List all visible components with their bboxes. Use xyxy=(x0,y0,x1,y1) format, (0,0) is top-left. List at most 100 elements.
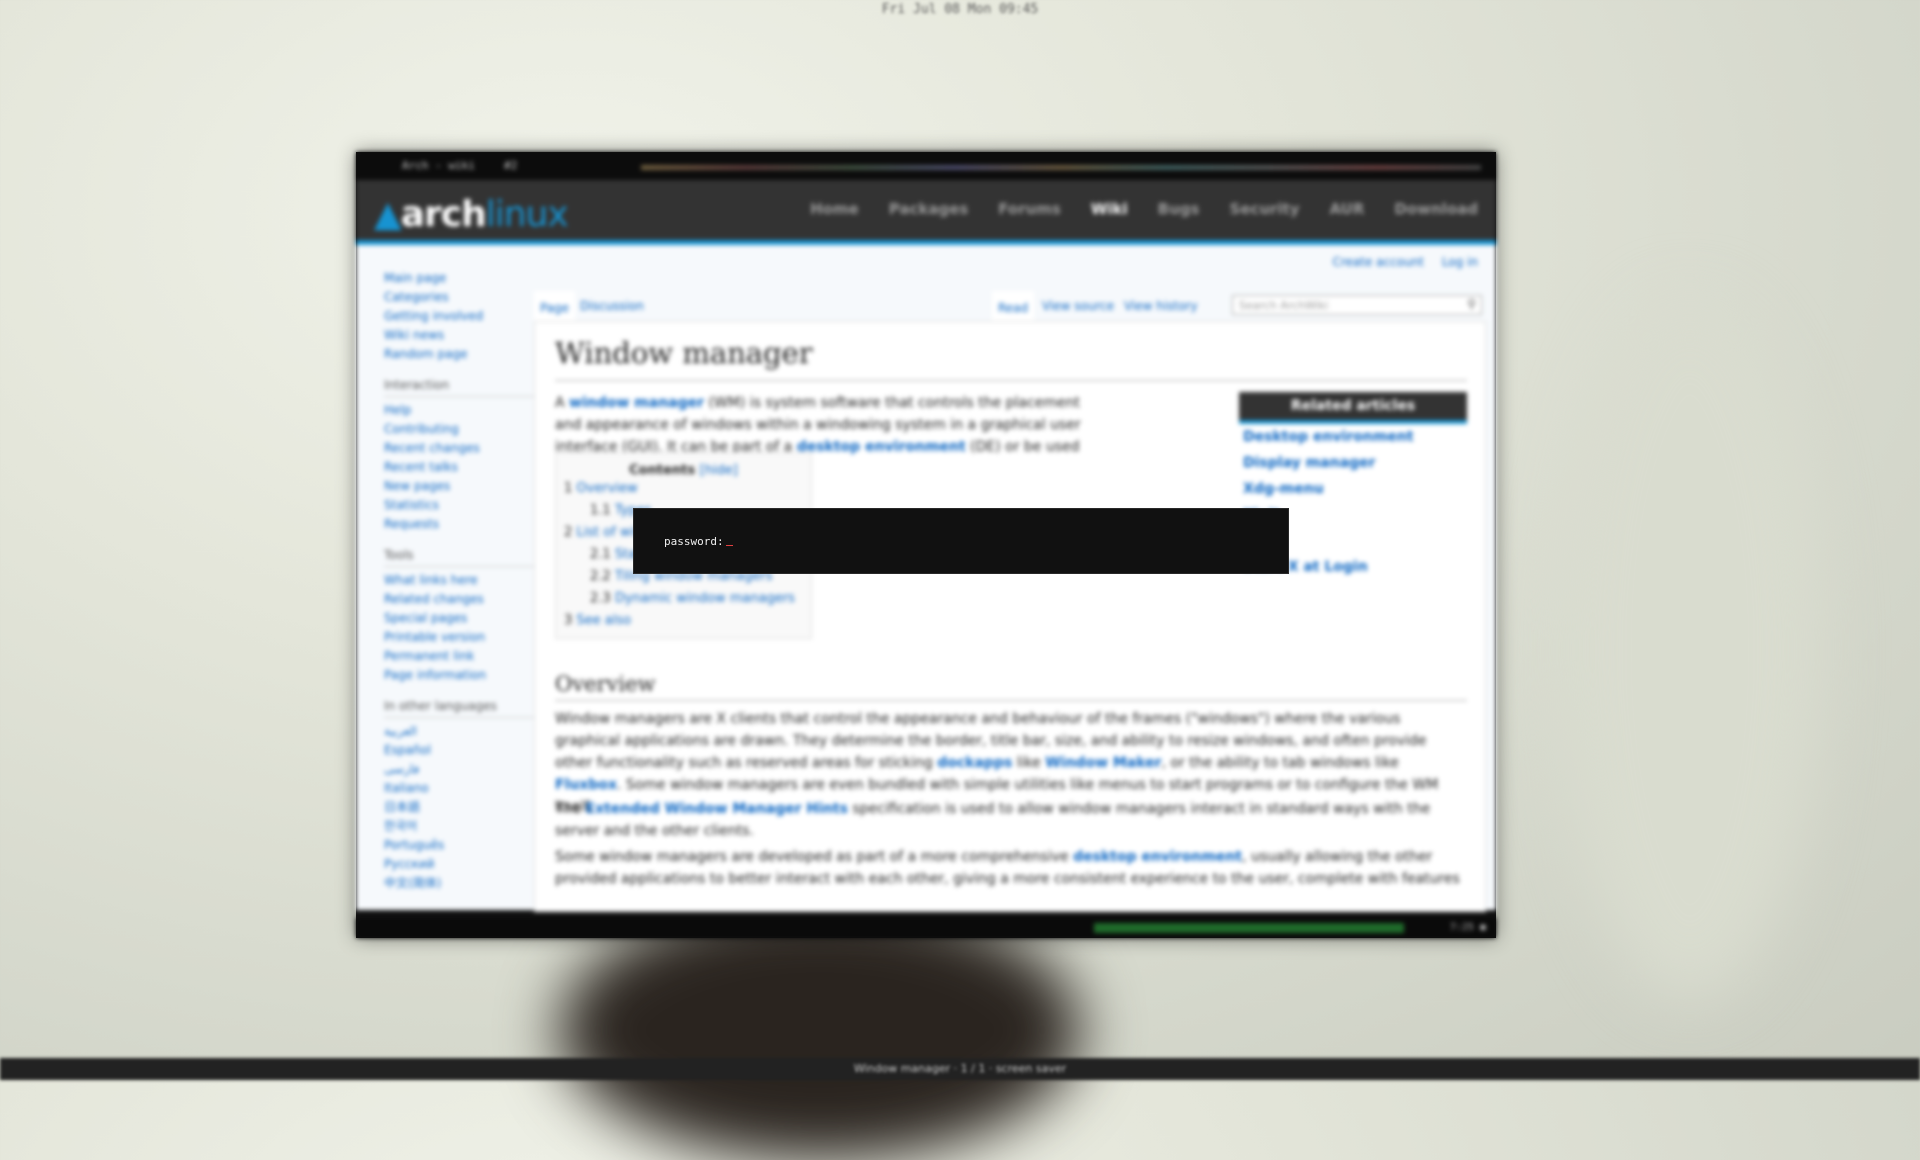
page-title: Window manager xyxy=(555,336,813,370)
toc-hide-toggle[interactable]: [hide] xyxy=(700,463,738,478)
status-indicator xyxy=(1094,923,1404,933)
sidebar-item-recent-changes[interactable]: Recent changes xyxy=(384,439,534,458)
sidebar-item-related-changes[interactable]: Related changes xyxy=(384,590,534,609)
search-icon[interactable]: ⚲ xyxy=(1467,297,1476,311)
toc-item[interactable]: 3 See also xyxy=(556,610,811,632)
site-header: ▲archlinux Home Packages Forums Wiki Bug… xyxy=(356,180,1496,245)
search-input[interactable]: Search ArchWiki xyxy=(1232,295,1482,315)
sidebar-item-special-pages[interactable]: Special pages xyxy=(384,609,534,628)
nav-home[interactable]: Home xyxy=(810,200,859,218)
status-right-text: 7:25 ● xyxy=(1449,922,1486,933)
desktop-environment-link-2[interactable]: desktop environment xyxy=(1073,849,1242,865)
nav-packages[interactable]: Packages xyxy=(889,200,969,218)
page-tabs: Page Discussion Read View source View hi… xyxy=(534,291,1482,325)
article-content: Window manager A window manager (WM) is … xyxy=(534,321,1486,912)
sidebar-item-getting-involved[interactable]: Getting involved xyxy=(384,307,534,326)
sidebar-item-what-links-here[interactable]: What links here xyxy=(384,571,534,590)
account-links: Create account Log in xyxy=(1318,255,1478,269)
text-cursor xyxy=(725,545,733,546)
toc-label: Dynamic window managers xyxy=(614,591,795,606)
overview-paragraph-3: Some window managers are developed as pa… xyxy=(555,846,1467,890)
toc-number: 1 xyxy=(564,481,573,496)
password-prompt[interactable]: password: xyxy=(633,508,1289,574)
paragraph-text: , or the ability to tab windows like xyxy=(1161,755,1399,771)
dockapps-link[interactable]: dockapps xyxy=(937,755,1012,771)
related-articles-heading: Related articles xyxy=(1239,392,1467,424)
arch-logo[interactable]: ▲archlinux xyxy=(374,194,569,235)
password-field[interactable]: password: xyxy=(664,535,733,548)
fluxbox-link[interactable]: Fluxbox xyxy=(555,777,617,793)
sidebar-item-main-page[interactable]: Main page xyxy=(384,269,534,288)
sidebar-language-link[interactable]: Italiano xyxy=(384,779,534,798)
toc-label: Overview xyxy=(576,481,638,496)
log-in-link[interactable]: Log in xyxy=(1442,255,1478,269)
sidebar-language-link[interactable]: Español xyxy=(384,741,534,760)
toc-number: 3 xyxy=(564,613,573,628)
sidebar-item-printable-version[interactable]: Printable version xyxy=(384,628,534,647)
wiki-page: Create account Log in Main page Categori… xyxy=(356,245,1496,912)
window-manager-link[interactable]: window manager xyxy=(569,395,704,411)
wm-title-strip xyxy=(641,165,1481,170)
nav-aur[interactable]: AUR xyxy=(1330,200,1365,218)
arch-triangle-icon: ▲ xyxy=(374,194,402,235)
sidebar-item-categories[interactable]: Categories xyxy=(384,288,534,307)
sidebar-language-link[interactable]: 日本語 xyxy=(384,798,534,817)
terminal-status-bar: 7:25 ● xyxy=(356,918,1496,938)
password-label: password: xyxy=(664,535,724,548)
sidebar-item-requests[interactable]: Requests xyxy=(384,515,534,534)
desktop-environment-link[interactable]: desktop environment xyxy=(797,439,966,455)
sidebar-heading-languages: In other languages xyxy=(384,699,534,718)
sidebar-language-link[interactable]: Português xyxy=(384,836,534,855)
related-link[interactable]: Xdg-menu xyxy=(1239,476,1467,502)
section-divider xyxy=(555,700,1467,701)
logo-sub-text: linux xyxy=(485,194,569,235)
tab-read[interactable]: Read xyxy=(992,291,1035,325)
sidebar-heading-tools: Tools xyxy=(384,548,534,567)
nav-bugs[interactable]: Bugs xyxy=(1158,200,1200,218)
related-link[interactable]: Desktop environment xyxy=(1239,424,1467,450)
wallpaper-light-shape xyxy=(1560,300,1820,1000)
toc-number: 2.2 xyxy=(590,569,611,584)
toc-item[interactable]: 2.3 Dynamic window managers xyxy=(556,588,811,610)
sidebar-language-link[interactable]: 中文(简体) xyxy=(384,874,534,893)
section-heading-overview: Overview xyxy=(555,672,656,696)
nav-security[interactable]: Security xyxy=(1229,200,1299,218)
toc-number: 2.3 xyxy=(590,591,611,606)
sidebar-language-link[interactable]: Русский xyxy=(384,855,534,874)
sidebar-language-link[interactable]: العربية xyxy=(384,722,534,741)
sidebar-item-page-information[interactable]: Page information xyxy=(384,666,534,685)
create-account-link[interactable]: Create account xyxy=(1332,255,1424,269)
paragraph-text: The xyxy=(555,801,586,817)
tab-view-source[interactable]: View source xyxy=(1042,299,1114,313)
toc-label: See also xyxy=(576,613,632,628)
sidebar-item-random-page[interactable]: Random page xyxy=(384,345,534,364)
nav-download[interactable]: Download xyxy=(1394,200,1478,218)
window-maker-link[interactable]: Window Maker xyxy=(1045,755,1161,771)
bottom-bar: Window manager · 1 / 1 · screen saver xyxy=(0,1058,1920,1080)
sidebar-item-recent-talks[interactable]: Recent talks xyxy=(384,458,534,477)
paragraph-text: Some window managers are developed as pa… xyxy=(555,849,1074,865)
sidebar-language-link[interactable]: 한국어 xyxy=(384,817,534,836)
window-manager-bar: Arch - wiki #2 xyxy=(356,152,1496,180)
toc-title: Contents xyxy=(629,463,696,478)
nav-forums[interactable]: Forums xyxy=(998,200,1061,218)
wm-tab-1[interactable]: Arch - wiki xyxy=(402,159,475,172)
sidebar-item-new-pages[interactable]: New pages xyxy=(384,477,534,496)
sidebar-item-contributing[interactable]: Contributing xyxy=(384,420,534,439)
title-divider xyxy=(555,380,1467,381)
tab-page[interactable]: Page xyxy=(534,291,576,325)
toc-number: 1.1 xyxy=(590,503,611,518)
sidebar-item-statistics[interactable]: Statistics xyxy=(384,496,534,515)
sidebar-item-help[interactable]: Help xyxy=(384,401,534,420)
ewmh-link[interactable]: Extended Window Manager Hints xyxy=(586,801,848,817)
sidebar-item-permanent-link[interactable]: Permanent link xyxy=(384,647,534,666)
toc-item[interactable]: 1 Overview xyxy=(556,478,811,500)
tab-discussion[interactable]: Discussion xyxy=(580,299,644,313)
bottom-bar-text: Window manager · 1 / 1 · screen saver xyxy=(853,1062,1067,1075)
wm-tab-2[interactable]: #2 xyxy=(504,159,517,172)
related-link[interactable]: Display manager xyxy=(1239,450,1467,476)
sidebar-language-link[interactable]: فارسی xyxy=(384,760,534,779)
sidebar-item-wiki-news[interactable]: Wiki news xyxy=(384,326,534,345)
tab-view-history[interactable]: View history xyxy=(1124,299,1198,313)
nav-wiki[interactable]: Wiki xyxy=(1091,200,1128,218)
